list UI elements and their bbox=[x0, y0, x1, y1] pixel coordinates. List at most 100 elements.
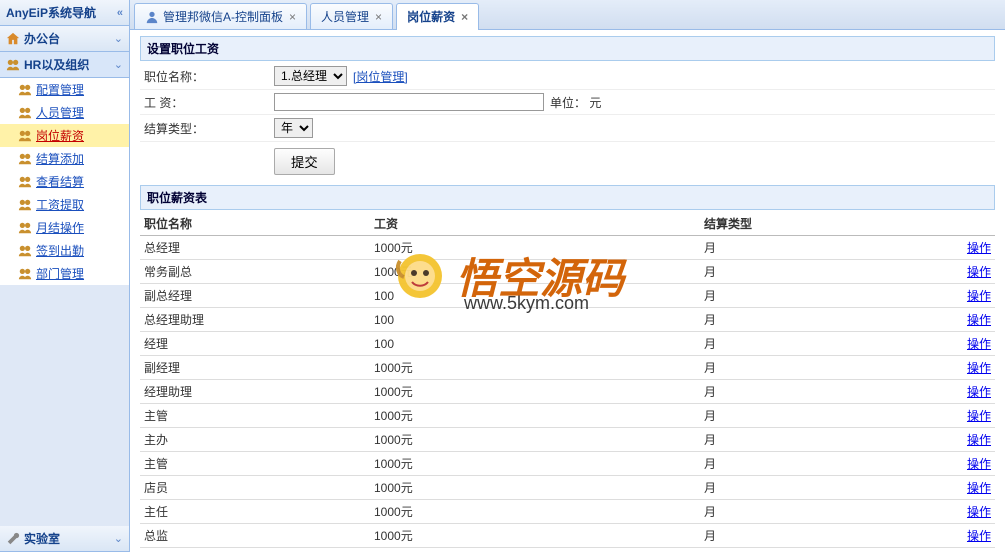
cell-calc: 月 bbox=[700, 356, 945, 380]
table-row: 副总经理100月操作 bbox=[140, 284, 995, 308]
sidebar-item-7[interactable]: 签到出勤 bbox=[0, 239, 129, 262]
sidebar-item-link[interactable]: 人员管理 bbox=[36, 104, 84, 121]
sidebar-item-link[interactable]: 工资提取 bbox=[36, 196, 84, 213]
cell-name: 副经理 bbox=[140, 356, 370, 380]
wrench-icon bbox=[6, 532, 20, 546]
cell-calc: 月 bbox=[700, 452, 945, 476]
sidebar-item-5[interactable]: 工资提取 bbox=[0, 193, 129, 216]
cell-name: 经理助理 bbox=[140, 380, 370, 404]
sidebar-item-link[interactable]: 签到出勤 bbox=[36, 242, 84, 259]
sidebar-item-1[interactable]: 人员管理 bbox=[0, 101, 129, 124]
select-calc[interactable]: 年 bbox=[274, 118, 313, 138]
cell-name: 专业主管 bbox=[140, 548, 370, 552]
cell-salary: 100 bbox=[370, 332, 700, 356]
sidebar-item-link[interactable]: 部门管理 bbox=[36, 265, 84, 282]
chevron-down-icon: ⌄ bbox=[114, 532, 123, 545]
main: 管理邦微信A-控制面板×人员管理×岗位薪资× 设置职位工资 职位名称： 1.总经… bbox=[130, 0, 1005, 552]
cell-calc: 月 bbox=[700, 236, 945, 260]
table-row: 副经理1000元月 操作 bbox=[140, 356, 995, 380]
table-row: 常务副总1000元月操作 bbox=[140, 260, 995, 284]
panel-office[interactable]: 办公台 ⌄ bbox=[0, 26, 129, 52]
op-link[interactable]: 操作 bbox=[967, 409, 991, 423]
cell-name: 副总经理 bbox=[140, 284, 370, 308]
op-link[interactable]: 操作 bbox=[967, 385, 991, 399]
panel-lab-label: 实验室 bbox=[24, 530, 60, 547]
cell-name: 店员 bbox=[140, 476, 370, 500]
sidebar-title-text: AnyEiP系统导航 bbox=[6, 4, 96, 21]
op-link[interactable]: 操作 bbox=[967, 457, 991, 471]
users-icon bbox=[18, 175, 32, 189]
cell-salary: 1000元 bbox=[370, 260, 700, 284]
cell-salary: 1000元 bbox=[370, 404, 700, 428]
table-row: 总经理助理100月操作 bbox=[140, 308, 995, 332]
label-position: 职位名称： bbox=[144, 68, 274, 85]
table-row: 经理100月操作 bbox=[140, 332, 995, 356]
content: 设置职位工资 职位名称： 1.总经理 [岗位管理] 工 资： 单位： 元 结算类… bbox=[130, 30, 1005, 552]
sidebar-item-link[interactable]: 岗位薪资 bbox=[36, 127, 84, 144]
sidebar-item-0[interactable]: 配置管理 bbox=[0, 78, 129, 101]
th-salary: 工资 bbox=[370, 212, 700, 236]
cell-name: 总经理助理 bbox=[140, 308, 370, 332]
users-icon bbox=[18, 221, 32, 235]
cell-calc: 月 bbox=[700, 332, 945, 356]
sidebar: AnyEiP系统导航 « 办公台 ⌄ HR以及组织 ⌄ 配置管理人员管理岗位薪资… bbox=[0, 0, 130, 552]
form-panel-title: 设置职位工资 bbox=[140, 36, 995, 61]
op-link[interactable]: 操作 bbox=[967, 265, 991, 279]
sidebar-item-4[interactable]: 查看结算 bbox=[0, 170, 129, 193]
input-salary[interactable] bbox=[274, 93, 544, 111]
sidebar-item-link[interactable]: 查看结算 bbox=[36, 173, 84, 190]
sidebar-item-8[interactable]: 部门管理 bbox=[0, 262, 129, 285]
cell-calc: 月 bbox=[700, 500, 945, 524]
cell-calc: 月 bbox=[700, 428, 945, 452]
table-row: 经理助理1000元月操作 bbox=[140, 380, 995, 404]
close-icon[interactable]: × bbox=[461, 10, 468, 24]
close-icon[interactable]: × bbox=[375, 10, 382, 24]
op-link[interactable]: 操作 bbox=[967, 241, 991, 255]
select-position[interactable]: 1.总经理 bbox=[274, 66, 347, 86]
close-icon[interactable]: × bbox=[289, 10, 296, 24]
op-link[interactable]: 操作 bbox=[967, 505, 991, 519]
table-row: 总监1000元月操作 bbox=[140, 524, 995, 548]
tabs: 管理邦微信A-控制面板×人员管理×岗位薪资× bbox=[130, 0, 1005, 30]
cell-calc: 月 bbox=[700, 524, 945, 548]
sidebar-hr-items: 配置管理人员管理岗位薪资结算添加查看结算工资提取月结操作签到出勤部门管理 bbox=[0, 78, 129, 285]
cell-name: 主管 bbox=[140, 452, 370, 476]
sidebar-item-link[interactable]: 结算添加 bbox=[36, 150, 84, 167]
sidebar-item-link[interactable]: 配置管理 bbox=[36, 81, 84, 98]
op-link[interactable]: 操作 bbox=[967, 481, 991, 495]
link-position-manage[interactable]: [岗位管理] bbox=[353, 68, 408, 85]
cell-calc: 月 bbox=[700, 380, 945, 404]
cell-name: 主管 bbox=[140, 404, 370, 428]
sidebar-filler bbox=[0, 285, 129, 526]
sidebar-item-6[interactable]: 月结操作 bbox=[0, 216, 129, 239]
tab-1[interactable]: 人员管理× bbox=[310, 3, 393, 29]
cell-name: 主办 bbox=[140, 428, 370, 452]
sidebar-item-3[interactable]: 结算添加 bbox=[0, 147, 129, 170]
users-icon bbox=[18, 198, 32, 212]
label-unit: 单位： 元 bbox=[550, 94, 601, 111]
users-icon bbox=[18, 106, 32, 120]
table-panel-title: 职位薪资表 bbox=[140, 185, 995, 210]
table-row: 总经理1000元月操作 bbox=[140, 236, 995, 260]
cell-calc: 月 bbox=[700, 260, 945, 284]
submit-button[interactable]: 提交 bbox=[274, 148, 335, 175]
sidebar-item-2[interactable]: 岗位薪资 bbox=[0, 124, 129, 147]
cell-salary: 1000元 bbox=[370, 356, 700, 380]
panel-hr[interactable]: HR以及组织 ⌄ bbox=[0, 52, 129, 78]
panel-lab[interactable]: 实验室 ⌄ bbox=[0, 526, 129, 552]
op-link[interactable]: 操作 bbox=[967, 433, 991, 447]
tab-label: 管理邦微信A-控制面板 bbox=[163, 8, 283, 25]
op-link[interactable]: 操作 bbox=[967, 529, 991, 543]
cell-salary: 100 bbox=[370, 308, 700, 332]
op-link[interactable]: 操作 bbox=[967, 361, 991, 375]
collapse-left-icon[interactable]: « bbox=[117, 7, 123, 19]
tab-2[interactable]: 岗位薪资× bbox=[396, 3, 479, 30]
row-position: 职位名称： 1.总经理 [岗位管理] bbox=[140, 63, 995, 90]
th-calc: 结算类型 bbox=[700, 212, 945, 236]
tab-0[interactable]: 管理邦微信A-控制面板 × bbox=[134, 3, 307, 29]
op-link[interactable]: 操作 bbox=[967, 313, 991, 327]
sidebar-item-link[interactable]: 月结操作 bbox=[36, 219, 84, 236]
row-salary: 工 资： 单位： 元 bbox=[140, 90, 995, 115]
op-link[interactable]: 操作 bbox=[967, 337, 991, 351]
op-link[interactable]: 操作 bbox=[967, 289, 991, 303]
